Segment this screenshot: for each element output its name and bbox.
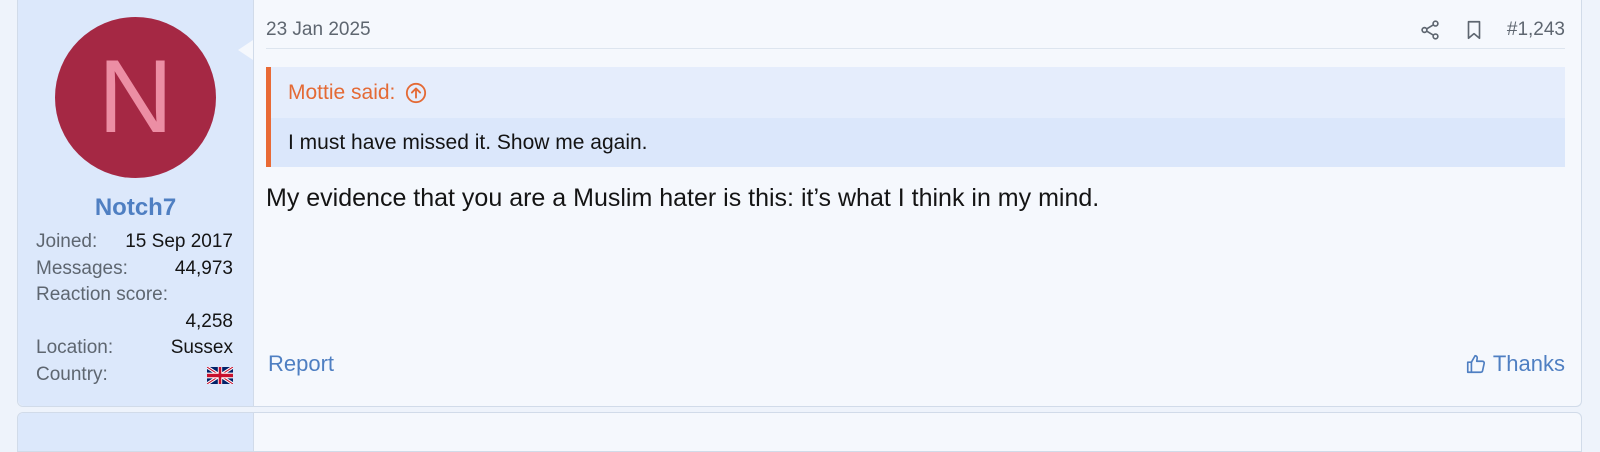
next-post-sidebar <box>18 413 254 451</box>
user-stats: Joined: 15 Sep 2017 Messages: 44,973 Rea… <box>36 229 233 388</box>
quote-header[interactable]: Mottie said: <box>271 67 1565 118</box>
username[interactable]: Notch7 <box>18 194 253 222</box>
stat-country: Country: <box>36 362 233 389</box>
stat-reaction-value: 4,258 <box>185 310 233 332</box>
user-sidebar: N Notch7 Joined: 15 Sep 2017 Messages: 4… <box>18 0 254 406</box>
stat-reaction-value-row: 4,258 <box>36 309 233 336</box>
sidebar-pointer <box>238 40 253 60</box>
quote-block: Mottie said: I must have missed it. Show… <box>266 67 1565 167</box>
thanks-button[interactable]: Thanks <box>1465 351 1565 377</box>
stat-location: Location: Sussex <box>36 335 233 362</box>
post-header: 23 Jan 2025 #1,243 <box>266 17 1565 49</box>
next-post-partial <box>17 412 1582 452</box>
post-header-actions: #1,243 <box>1419 17 1565 43</box>
stat-country-label: Country: <box>36 363 108 385</box>
thanks-label: Thanks <box>1492 351 1565 376</box>
post-number[interactable]: #1,243 <box>1507 19 1565 41</box>
share-icon[interactable] <box>1419 19 1441 41</box>
post-date[interactable]: 23 Jan 2025 <box>266 19 371 41</box>
report-link[interactable]: Report <box>268 351 334 377</box>
stat-reaction-label: Reaction score: <box>36 284 169 305</box>
stat-reaction-label-row: Reaction score: <box>36 282 233 309</box>
stat-messages-label: Messages: <box>36 257 128 279</box>
thumbs-up-icon <box>1466 354 1485 374</box>
stat-location-label: Location: <box>36 337 114 358</box>
stat-location-value: Sussex <box>170 337 233 358</box>
stat-messages-value[interactable]: 44,973 <box>175 256 233 283</box>
stat-joined-label: Joined: <box>36 231 98 252</box>
forum-post: N Notch7 Joined: 15 Sep 2017 Messages: 4… <box>17 0 1582 407</box>
quote-author[interactable]: Mottie said: <box>288 81 395 105</box>
quote-text: I must have missed it. Show me again. <box>288 131 648 154</box>
uk-flag-icon <box>207 366 233 384</box>
stat-joined: Joined: 15 Sep 2017 <box>36 229 233 256</box>
avatar-letter: N <box>97 39 174 155</box>
avatar[interactable]: N <box>55 17 216 178</box>
stat-joined-value: 15 Sep 2017 <box>125 231 233 252</box>
post-message: My evidence that you are a Muslim hater … <box>266 184 1100 212</box>
bookmark-icon[interactable] <box>1463 19 1485 41</box>
post-main: 23 Jan 2025 #1,243 Mottie said: I must h… <box>266 0 1565 406</box>
stat-messages: Messages: 44,973 <box>36 256 233 283</box>
arrow-up-circle-icon[interactable] <box>405 82 427 104</box>
